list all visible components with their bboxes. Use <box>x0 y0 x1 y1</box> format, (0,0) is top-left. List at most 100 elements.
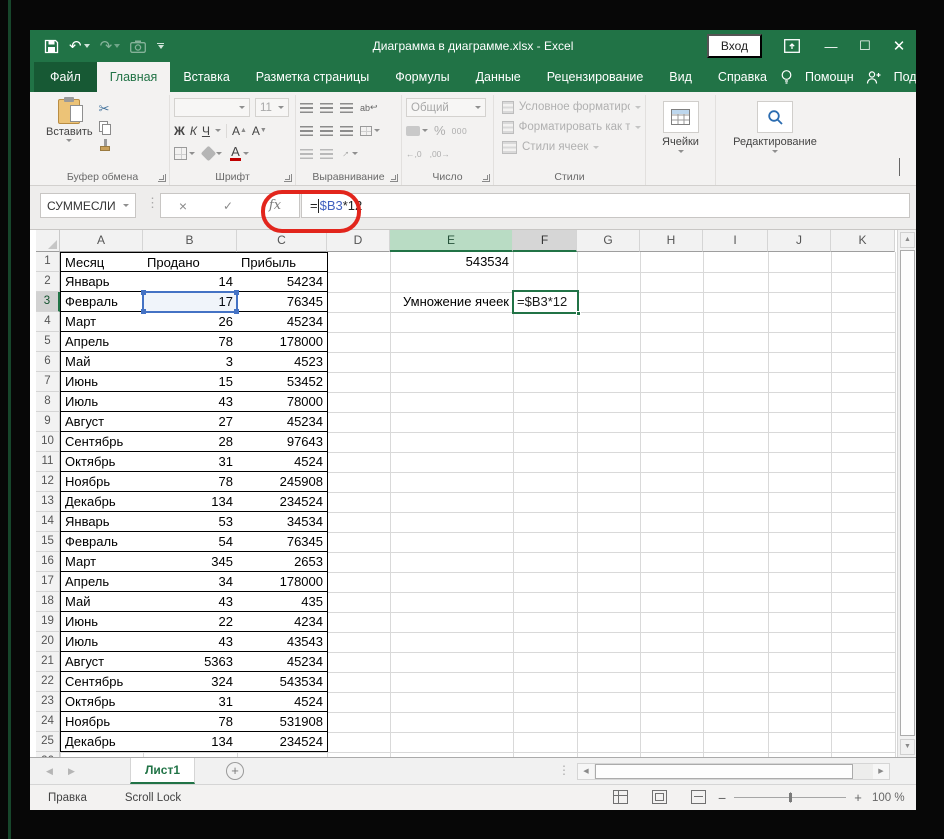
grow-font-button[interactable]: А ▲ <box>232 124 247 138</box>
cell-A16[interactable]: Март <box>60 552 144 572</box>
cell-A1[interactable]: Месяц <box>60 252 144 272</box>
italic-button[interactable]: К <box>190 124 197 138</box>
cell-B14[interactable]: 53 <box>143 512 238 532</box>
row-header-13[interactable]: 13 <box>36 492 60 512</box>
row-header-16[interactable]: 16 <box>36 552 60 572</box>
cell-B24[interactable]: 78 <box>143 712 238 732</box>
tab-page-layout[interactable]: Разметка страницы <box>243 62 382 92</box>
cell-C15[interactable]: 76345 <box>237 532 328 552</box>
cell-B9[interactable]: 27 <box>143 412 238 432</box>
align-bottom-icon[interactable] <box>340 102 353 113</box>
cell-C21[interactable]: 45234 <box>237 652 328 672</box>
scroll-left-icon[interactable]: ◀ <box>578 764 594 779</box>
cell-C9[interactable]: 45234 <box>237 412 328 432</box>
orientation-button[interactable]: → <box>338 146 358 161</box>
minimize-button[interactable]: — <box>814 30 848 62</box>
cell-F3-edit-box[interactable]: =$B3*12 <box>512 290 581 316</box>
paste-button[interactable]: Вставить <box>40 97 99 152</box>
cut-icon[interactable]: ✂ <box>99 101 112 117</box>
cell-B5[interactable]: 78 <box>143 332 238 352</box>
cell-E1[interactable]: 543534 <box>390 252 509 272</box>
cell-B19[interactable]: 22 <box>143 612 238 632</box>
row-header-17[interactable]: 17 <box>36 572 60 592</box>
borders-button[interactable] <box>174 147 195 160</box>
cell-B21[interactable]: 5363 <box>143 652 238 672</box>
cancel-formula-icon[interactable]: × <box>179 198 187 214</box>
align-center-icon[interactable] <box>320 125 333 136</box>
redo-button[interactable]: ↷ <box>100 37 121 55</box>
cell-C24[interactable]: 531908 <box>237 712 328 732</box>
cell-B23[interactable]: 31 <box>143 692 238 712</box>
row-header-23[interactable]: 23 <box>36 692 60 712</box>
cell-B22[interactable]: 324 <box>143 672 238 692</box>
vertical-scrollbar-thumb[interactable] <box>900 250 915 736</box>
tab-scroll-splitter[interactable]: ⋮ <box>558 763 570 777</box>
cells-button[interactable]: Ячейки <box>650 99 711 155</box>
collapse-ribbon-icon[interactable] <box>899 158 900 177</box>
cell-A21[interactable]: Август <box>60 652 144 672</box>
row-header-24[interactable]: 24 <box>36 712 60 732</box>
spreadsheet-grid[interactable]: =$B3*12 A B C D E F G H I J K 1 2 3 4 5 6 7 8 9 10 11 12 13 14 15… <box>30 230 897 757</box>
normal-view-icon[interactable] <box>613 790 628 804</box>
row-header-10[interactable]: 10 <box>36 432 60 452</box>
underline-dropdown-icon[interactable] <box>214 129 221 132</box>
row-header-25[interactable]: 25 <box>36 732 60 752</box>
tab-review[interactable]: Рецензирование <box>534 62 657 92</box>
cell-C2[interactable]: 54234 <box>237 272 328 292</box>
cell-B16[interactable]: 345 <box>143 552 238 572</box>
cell-C6[interactable]: 4523 <box>237 352 328 372</box>
customize-qat-icon[interactable] <box>156 42 165 50</box>
merge-center-button[interactable] <box>360 125 380 136</box>
alignment-dialog-launcher-icon[interactable] <box>390 174 398 182</box>
login-button[interactable]: Вход <box>706 34 762 58</box>
cell-A7[interactable]: Июнь <box>60 372 144 392</box>
number-format-dropdown[interactable]: Общий <box>406 98 486 117</box>
enter-formula-icon[interactable]: ✓ <box>223 199 233 213</box>
sheet-tab-list1[interactable]: Лист1 <box>130 758 196 784</box>
row-header-4[interactable]: 4 <box>36 312 60 332</box>
cell-C22[interactable]: 543534 <box>237 672 328 692</box>
align-right-icon[interactable] <box>340 125 353 136</box>
cell-C19[interactable]: 4234 <box>237 612 328 632</box>
column-header-D[interactable]: D <box>327 230 390 252</box>
cell-A15[interactable]: Февраль <box>60 532 144 552</box>
formula-input[interactable]: = $B3 *12 <box>301 193 910 218</box>
cell-A5[interactable]: Апрель <box>60 332 144 352</box>
zoom-slider-thumb[interactable] <box>789 793 793 802</box>
cell-B13[interactable]: 134 <box>143 492 238 512</box>
tab-data[interactable]: Данные <box>463 62 534 92</box>
zoom-slider[interactable] <box>734 792 847 803</box>
font-color-button[interactable]: А <box>230 145 249 161</box>
cell-C12[interactable]: 245908 <box>237 472 328 492</box>
formula-bar-resize-handle[interactable]: ⋮ <box>146 195 159 211</box>
horizontal-scrollbar-thumb[interactable] <box>595 764 853 779</box>
maximize-button[interactable]: ☐ <box>848 30 882 62</box>
copy-icon[interactable] <box>98 121 112 135</box>
cell-B11[interactable]: 31 <box>143 452 238 472</box>
cell-A19[interactable]: Июнь <box>60 612 144 632</box>
page-layout-view-icon[interactable] <box>652 790 667 804</box>
editing-button[interactable]: Редактирование <box>720 99 830 155</box>
column-header-G[interactable]: G <box>577 230 640 252</box>
cell-A10[interactable]: Сентябрь <box>60 432 144 452</box>
column-header-A[interactable]: A <box>60 230 143 252</box>
column-header-J[interactable]: J <box>768 230 831 252</box>
tab-formulas[interactable]: Формулы <box>382 62 462 92</box>
scroll-up-icon[interactable]: ▲ <box>900 232 915 248</box>
cell-A12[interactable]: Ноябрь <box>60 472 144 492</box>
cell-C3[interactable]: 76345 <box>237 292 328 312</box>
cell-A9[interactable]: Август <box>60 412 144 432</box>
horizontal-scrollbar[interactable]: ◀ ▶ <box>577 763 890 780</box>
align-top-icon[interactable] <box>300 102 313 113</box>
column-header-E[interactable]: E <box>390 230 513 252</box>
select-all-corner[interactable] <box>36 230 60 252</box>
new-sheet-icon[interactable]: + <box>226 762 244 780</box>
decrease-decimal-button[interactable]: ,00→ <box>430 149 450 159</box>
zoom-in-icon[interactable]: + <box>854 790 862 805</box>
align-middle-icon[interactable] <box>320 102 333 113</box>
share-button[interactable]: Поделиться <box>886 70 916 84</box>
column-header-C[interactable]: C <box>237 230 327 252</box>
next-sheet-icon[interactable]: ▶ <box>68 758 75 784</box>
save-icon[interactable] <box>44 39 59 54</box>
row-header-11[interactable]: 11 <box>36 452 60 472</box>
